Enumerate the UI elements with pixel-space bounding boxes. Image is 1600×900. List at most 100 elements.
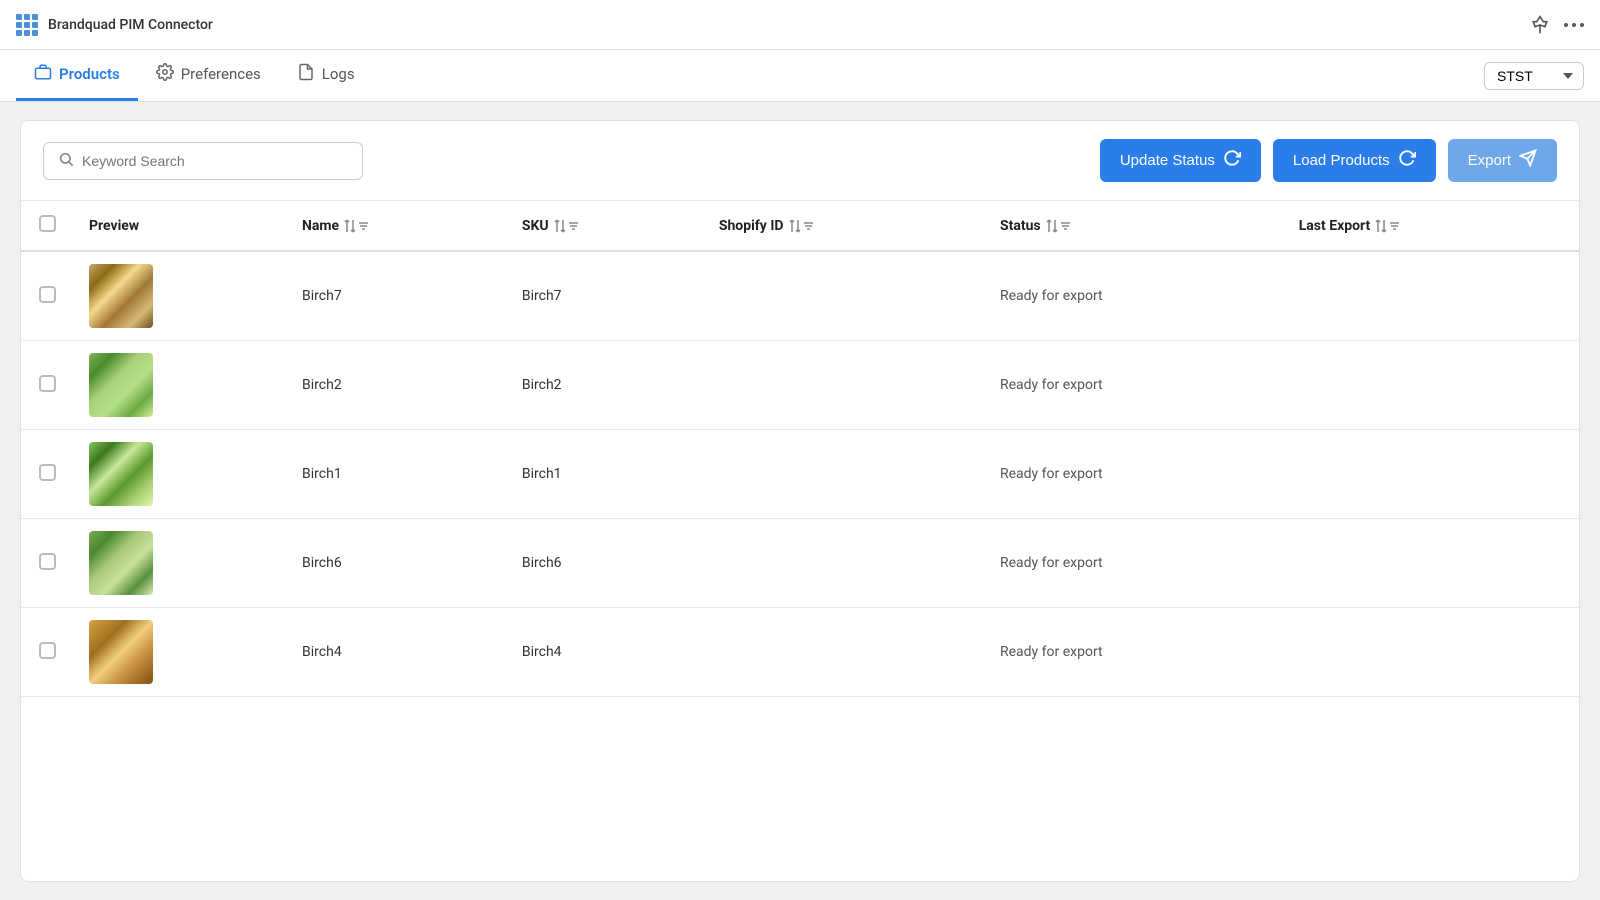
row-preview-cell	[73, 430, 286, 519]
app-grid-icon	[16, 14, 38, 36]
row-checkbox[interactable]	[39, 286, 56, 303]
row-preview-cell	[73, 341, 286, 430]
table-row: Birch4 Birch4 Ready for export	[21, 608, 1579, 697]
col-status: Status	[984, 201, 1283, 251]
status-sort-filter[interactable]	[1046, 219, 1071, 233]
toolbar: Update Status Load Products	[21, 121, 1579, 201]
shopify-id-sort-filter[interactable]	[789, 219, 814, 233]
app-title: Brandquad PIM Connector	[48, 17, 213, 33]
search-icon	[58, 151, 74, 171]
update-status-button[interactable]: Update Status	[1100, 139, 1261, 182]
table-body: Birch7 Birch7 Ready for export Birch2 Bi…	[21, 251, 1579, 697]
row-checkbox-cell	[21, 430, 73, 519]
products-panel: Update Status Load Products	[20, 120, 1580, 882]
tab-preferences[interactable]: Preferences	[138, 50, 279, 101]
search-box[interactable]	[43, 142, 363, 180]
products-table: Preview Name	[21, 201, 1579, 697]
products-table-container: Preview Name	[21, 201, 1579, 881]
row-checkbox[interactable]	[39, 375, 56, 392]
row-checkbox[interactable]	[39, 553, 56, 570]
row-name-cell: Birch4	[286, 608, 506, 697]
row-last-export-cell	[1283, 341, 1579, 430]
product-thumbnail	[89, 531, 153, 595]
export-button[interactable]: Export	[1448, 139, 1557, 182]
col-sku: SKU	[506, 201, 703, 251]
products-tab-icon	[34, 63, 52, 85]
product-thumbnail	[89, 442, 153, 506]
row-status-cell: Ready for export	[984, 608, 1283, 697]
load-products-button[interactable]: Load Products	[1273, 139, 1436, 182]
table-row: Birch6 Birch6 Ready for export	[21, 519, 1579, 608]
product-thumbnail	[89, 353, 153, 417]
row-checkbox-cell	[21, 608, 73, 697]
row-checkbox[interactable]	[39, 464, 56, 481]
topbar-left: Brandquad PIM Connector	[16, 14, 213, 36]
logs-tab-icon	[297, 63, 315, 85]
row-sku-cell: Birch2	[506, 341, 703, 430]
export-icon	[1519, 149, 1537, 172]
tab-logs-label: Logs	[322, 65, 355, 83]
row-checkbox[interactable]	[39, 642, 56, 659]
toolbar-actions: Update Status Load Products	[1100, 139, 1557, 182]
last-export-sort-filter[interactable]	[1375, 219, 1400, 233]
row-sku-cell: Birch7	[506, 251, 703, 341]
table-row: Birch1 Birch1 Ready for export	[21, 430, 1579, 519]
row-name-cell: Birch7	[286, 251, 506, 341]
topbar-right	[1530, 15, 1584, 35]
row-name-cell: Birch2	[286, 341, 506, 430]
select-all-checkbox[interactable]	[39, 215, 56, 232]
row-shopify-id-cell	[703, 430, 984, 519]
row-sku-cell: Birch4	[506, 608, 703, 697]
product-thumbnail	[89, 620, 153, 684]
row-preview-cell	[73, 519, 286, 608]
search-input[interactable]	[82, 153, 348, 169]
row-preview-cell	[73, 608, 286, 697]
row-last-export-cell	[1283, 519, 1579, 608]
topbar: Brandquad PIM Connector	[0, 0, 1600, 50]
col-shopify-id: Shopify ID	[703, 201, 984, 251]
more-options-button[interactable]	[1564, 23, 1584, 27]
row-preview-cell	[73, 251, 286, 341]
update-status-label: Update Status	[1120, 152, 1215, 169]
row-shopify-id-cell	[703, 608, 984, 697]
col-name: Name	[286, 201, 506, 251]
main-content: Update Status Load Products	[0, 102, 1600, 900]
col-last-export: Last Export	[1283, 201, 1579, 251]
table-header-row: Preview Name	[21, 201, 1579, 251]
row-shopify-id-cell	[703, 519, 984, 608]
col-preview: Preview	[73, 201, 286, 251]
row-status-cell: Ready for export	[984, 251, 1283, 341]
row-last-export-cell	[1283, 430, 1579, 519]
row-status-cell: Ready for export	[984, 341, 1283, 430]
tab-logs[interactable]: Logs	[279, 50, 373, 101]
row-name-cell: Birch6	[286, 519, 506, 608]
row-shopify-id-cell	[703, 251, 984, 341]
row-status-cell: Ready for export	[984, 430, 1283, 519]
sku-sort-filter[interactable]	[554, 219, 579, 233]
tab-products[interactable]: Products	[16, 50, 138, 101]
name-sort-filter[interactable]	[344, 219, 369, 233]
row-checkbox-cell	[21, 341, 73, 430]
row-name-cell: Birch1	[286, 430, 506, 519]
preferences-tab-icon	[156, 63, 174, 85]
row-last-export-cell	[1283, 251, 1579, 341]
pin-button[interactable]	[1530, 15, 1550, 35]
nav-bar: Products Preferences Logs ST	[0, 50, 1600, 102]
row-status-cell: Ready for export	[984, 519, 1283, 608]
row-last-export-cell	[1283, 608, 1579, 697]
load-products-icon	[1398, 149, 1416, 172]
store-dropdown[interactable]: STST	[1484, 62, 1584, 90]
nav-tabs: Products Preferences Logs	[16, 50, 373, 101]
update-status-icon	[1223, 149, 1241, 172]
row-sku-cell: Birch1	[506, 430, 703, 519]
export-label: Export	[1468, 152, 1511, 169]
row-sku-cell: Birch6	[506, 519, 703, 608]
tab-preferences-label: Preferences	[181, 65, 261, 83]
tab-products-label: Products	[59, 65, 120, 83]
table-row: Birch7 Birch7 Ready for export	[21, 251, 1579, 341]
row-checkbox-cell	[21, 251, 73, 341]
nav-store-selector[interactable]: STST	[1484, 50, 1584, 101]
row-shopify-id-cell	[703, 341, 984, 430]
table-row: Birch2 Birch2 Ready for export	[21, 341, 1579, 430]
product-thumbnail	[89, 264, 153, 328]
